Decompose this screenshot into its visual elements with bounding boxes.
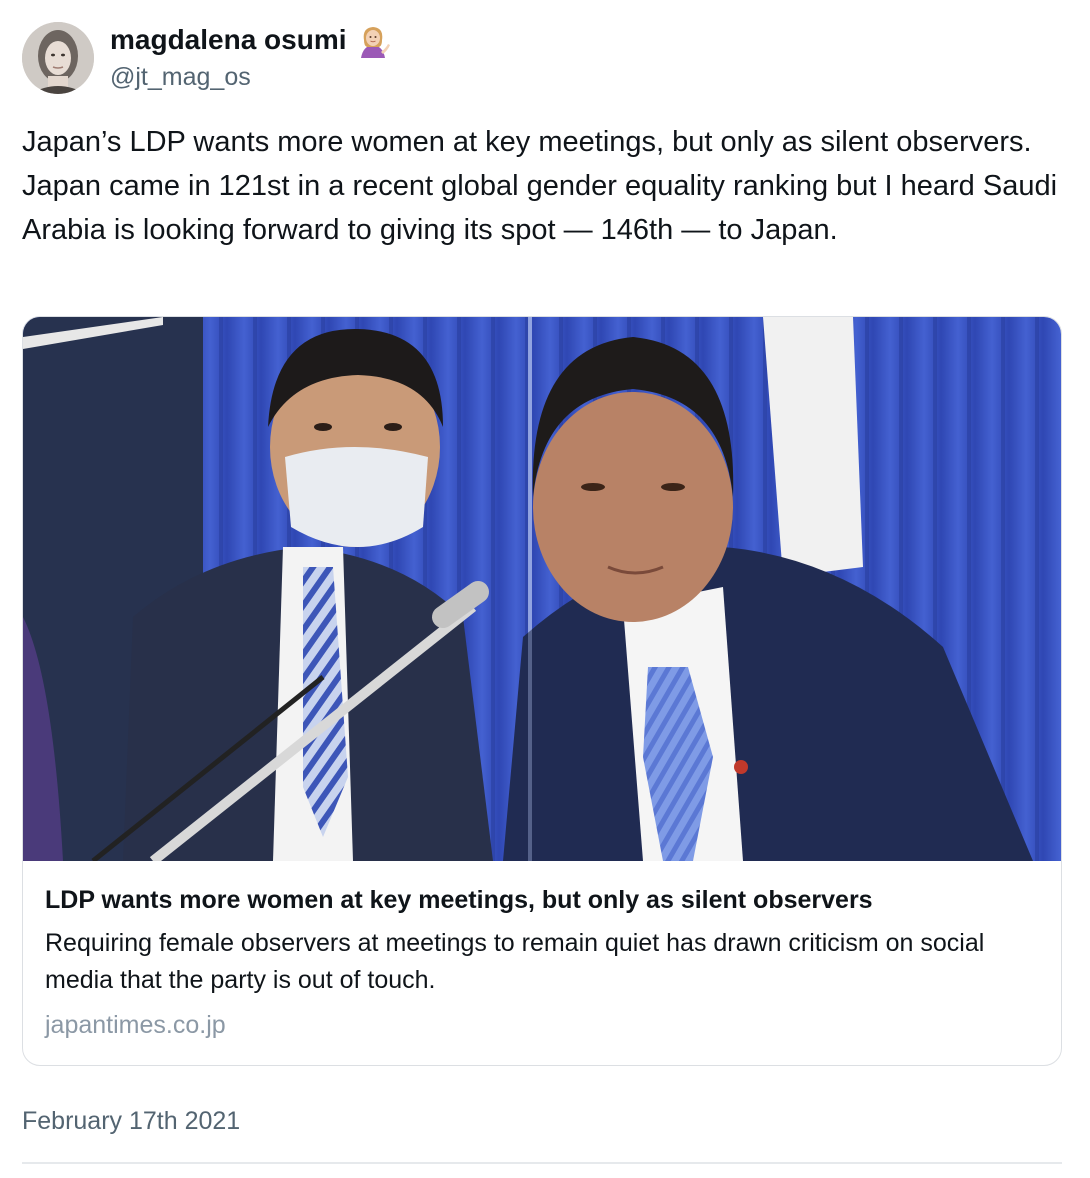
link-card[interactable]: LDP wants more women at key meetings, bu… (22, 316, 1062, 1066)
avatar[interactable] (22, 22, 94, 94)
user-handle[interactable]: @jt_mag_os (110, 60, 391, 94)
tweet-header: magdalena osumi @jt_mag_os (22, 20, 391, 96)
woman-tipping-hand-icon (355, 22, 391, 58)
link-card-title[interactable]: LDP wants more women at key meetings, bu… (45, 883, 1045, 917)
tweet-text: Japan’s LDP wants more women at key meet… (22, 126, 1058, 246)
display-name[interactable]: magdalena osumi (110, 22, 347, 58)
author-names: magdalena osumi @jt_mag_os (110, 22, 391, 94)
avatar-photo (22, 22, 94, 94)
press-conference-photo (23, 317, 1061, 861)
tweet-date[interactable]: February 17th 2021 (22, 1104, 240, 1138)
divider (22, 1162, 1062, 1164)
tweet: magdalena osumi @jt_mag_os Japan’s LDP w… (0, 0, 1090, 1178)
link-card-image[interactable] (23, 317, 1061, 861)
display-name-row: magdalena osumi (110, 22, 391, 58)
link-card-description: Requiring female observers at meetings t… (45, 929, 985, 994)
link-card-domain[interactable]: japantimes.co.jp (45, 1008, 1045, 1042)
link-card-body: LDP wants more women at key meetings, bu… (45, 883, 1045, 1042)
